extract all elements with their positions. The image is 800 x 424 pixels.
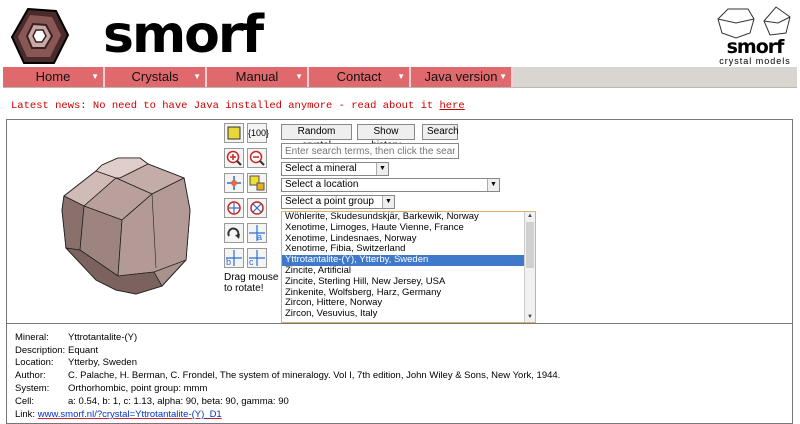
info-label-system: System: (15, 383, 50, 394)
news-banner: Latest news: No need to have Java instal… (11, 100, 465, 112)
list-item[interactable]: Xenotime, Limoges, Haute Vienne, France (282, 222, 535, 234)
axes-button[interactable] (224, 173, 244, 193)
info-value-cell: a: 0.54, b: 1, c: 1.13, alpha: 90, beta:… (68, 396, 289, 407)
nav-manual[interactable]: Manual ▼ (207, 67, 309, 87)
axis-b-letter: b (226, 257, 231, 267)
rotate-arrow-button[interactable] (224, 223, 244, 243)
show-history-button[interactable]: Show history (357, 124, 415, 151)
info-value-system: Orthorhombic, point group: mmm (68, 383, 208, 394)
zoom-in-button[interactable] (224, 148, 244, 168)
scroll-thumb[interactable] (526, 222, 534, 268)
miller-index-icon: {100} (248, 128, 270, 138)
hexagon-logo-icon[interactable] (10, 7, 70, 67)
info-label-link: Link: (15, 409, 36, 420)
search-input[interactable] (281, 143, 459, 159)
point-group-select-value: Select a point group (285, 196, 374, 207)
permalink-row: Link: www.smorf.nl/?crystal=Yttrotantali… (15, 409, 222, 420)
drag-hint-line2: to rotate! (224, 283, 264, 294)
info-label-description: Description: (15, 345, 66, 356)
face-view-button[interactable] (224, 123, 244, 143)
zoom-in-icon (226, 150, 242, 166)
list-item[interactable]: Zircon, Vesuvius, Italy (282, 308, 535, 320)
axis-c-button[interactable]: c (247, 248, 267, 268)
chevron-down-icon: ▼ (487, 179, 499, 191)
caret-down-icon: ▼ (91, 72, 99, 81)
info-value-author: C. Palache, H. Berman, C. Frondel, The s… (68, 370, 561, 381)
random-crystal-button[interactable]: Random crystal (281, 124, 352, 151)
nav-home-label: Home (35, 69, 71, 84)
axis-a-icon: a (249, 225, 265, 242)
news-link[interactable]: here (439, 100, 464, 112)
crystal-outline-icon (717, 6, 791, 39)
miller-index-button[interactable]: {100} (247, 123, 270, 143)
axis-c-icon: c (249, 250, 265, 267)
caret-down-icon: ▼ (499, 72, 507, 81)
caret-down-icon: ▼ (193, 72, 201, 81)
axis-a-letter: a (257, 232, 262, 242)
nav-contact-label: Contact (336, 69, 382, 84)
drag-hint: Drag mouse to rotate! (224, 272, 278, 294)
crystal-model-viewer[interactable] (56, 148, 196, 296)
nav-java-label: Java version (424, 69, 498, 84)
main-nav: Home ▼ Crystals ▼ Manual ▼ Contact ▼ Java ve… (3, 67, 797, 88)
axes-icon (227, 176, 241, 190)
caret-down-icon: ▼ (397, 72, 405, 81)
info-label-cell: Cell: (15, 396, 35, 407)
logo-mini-name: smorf (726, 36, 785, 58)
rotate-arrow-icon (227, 227, 240, 239)
nav-home[interactable]: Home ▼ (3, 67, 105, 87)
info-value-mineral: Yttrotantalite-(Y) (68, 332, 138, 343)
search-button[interactable]: Search (422, 124, 459, 140)
face-view-icon (227, 126, 241, 140)
list-scrollbar[interactable]: ▲ ▼ (524, 212, 535, 322)
rotate-left-icon (227, 201, 241, 215)
crystal-result-list[interactable]: Wöhlerite, Skudesundskjär, Barkewik, Nor… (281, 211, 536, 323)
location-select[interactable]: Select a location ▼ (281, 178, 500, 192)
rotate-right-button[interactable] (247, 198, 267, 218)
zoom-out-button[interactable] (247, 148, 267, 168)
rotate-left-button[interactable] (224, 198, 244, 218)
scroll-down-icon[interactable]: ▼ (525, 313, 535, 322)
drag-hint-line1: Drag mouse (224, 272, 279, 283)
news-text: Latest news: No need to have Java instal… (11, 100, 440, 112)
zoom-out-icon (249, 150, 265, 166)
scroll-up-icon[interactable]: ▲ (525, 212, 535, 221)
info-value-description: Equant (68, 345, 99, 356)
rotate-right-icon (250, 201, 264, 215)
chevron-down-icon: ▼ (376, 163, 388, 175)
nav-contact[interactable]: Contact ▼ (309, 67, 411, 87)
nav-java-version[interactable]: Java version ▼ (411, 67, 513, 87)
axis-b-button[interactable]: b (224, 248, 244, 268)
mineral-select-value: Select a mineral (285, 163, 357, 174)
axis-a-button[interactable]: a (247, 223, 267, 243)
info-label-author: Author: (15, 370, 46, 381)
nav-manual-label: Manual (235, 69, 279, 84)
logo-tagline: crystal models (719, 56, 791, 66)
axis-b-icon: b (226, 250, 242, 267)
mineral-select[interactable]: Select a mineral ▼ (281, 162, 389, 176)
point-group-select[interactable]: Select a point group ▼ (281, 195, 395, 209)
axis-c-letter: c (249, 257, 254, 267)
nav-crystals-label: Crystals (131, 69, 179, 84)
nav-crystals[interactable]: Crystals ▼ (105, 67, 207, 87)
color-face-icon (249, 175, 265, 191)
info-label-mineral: Mineral: (15, 332, 49, 343)
info-value-location: Ytterby, Sweden (68, 357, 138, 368)
site-title[interactable]: smorf (103, 4, 264, 66)
chevron-down-icon: ▼ (382, 196, 394, 208)
list-item[interactable]: Zincite, Sterling Hill, New Jersey, USA (282, 276, 535, 288)
permalink[interactable]: www.smorf.nl/?crystal=Yttrotantalite-(Y)… (38, 409, 222, 420)
crystal-models-logo[interactable]: smorf crystal models (712, 5, 798, 66)
location-select-value: Select a location (285, 179, 359, 190)
info-label-location: Location: (15, 357, 54, 368)
color-face-button[interactable] (247, 173, 267, 193)
caret-down-icon: ▼ (295, 72, 303, 81)
